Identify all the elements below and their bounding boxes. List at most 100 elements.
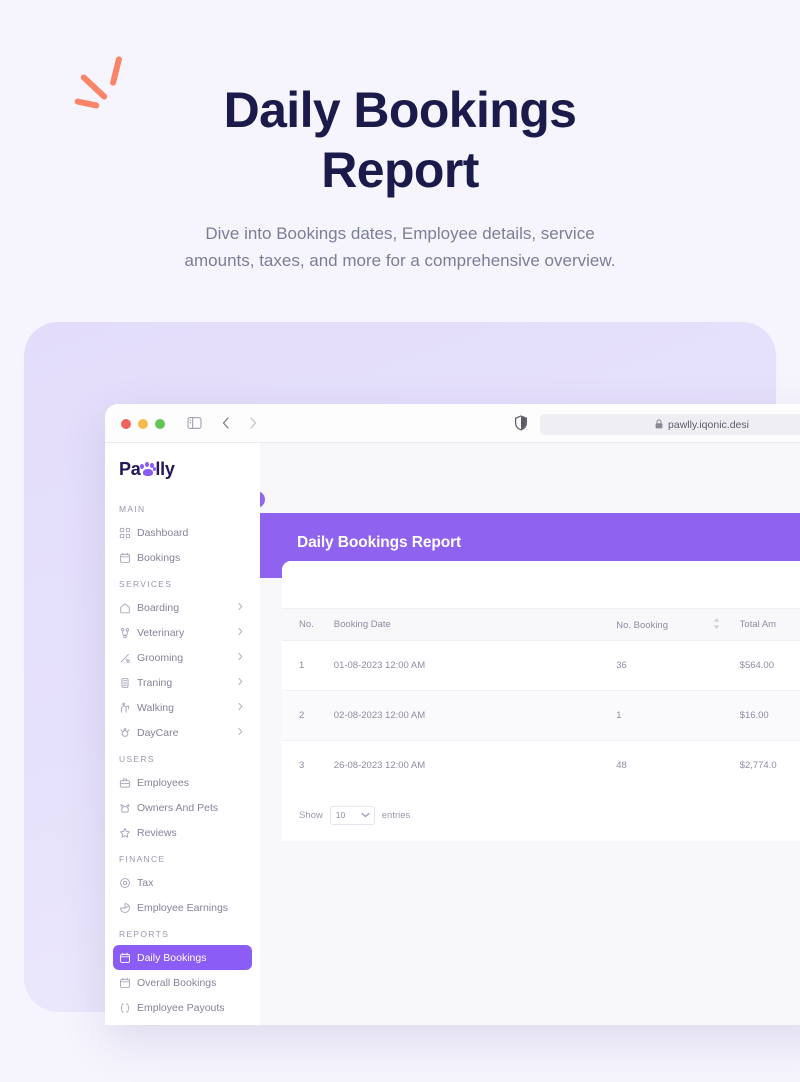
sidebar-item-dashboard[interactable]: Dashboard bbox=[113, 520, 252, 545]
entries-label: entries bbox=[381, 809, 411, 821]
column-header-no-booking-label: No. Booking bbox=[616, 619, 669, 631]
browser-window: pawlly.iqonic.desi Pa lly MAIN Dashboard Bo… bbox=[105, 404, 800, 1025]
sidebar-item-employees[interactable]: Employees bbox=[113, 770, 252, 795]
page-subtitle-line-1: Dive into Bookings dates, Employee detai… bbox=[205, 224, 595, 243]
whistle-icon bbox=[119, 677, 137, 689]
sidebar-item-label: Walking bbox=[137, 701, 174, 714]
page-title-line-2: Report bbox=[321, 142, 479, 198]
table-head: No. Booking Date No. Booking Total Am bbox=[282, 608, 800, 641]
sidebar-item-label: Tax bbox=[137, 876, 154, 889]
column-header-total-amount[interactable]: Total Am bbox=[729, 608, 800, 641]
grid-icon bbox=[119, 527, 137, 539]
cell-no: 2 bbox=[282, 690, 324, 741]
report-card: No. Booking Date No. Booking Total Am 1 … bbox=[282, 561, 800, 841]
sidebar-item-label: Employees bbox=[137, 776, 189, 789]
show-label: Show bbox=[299, 809, 323, 821]
sort-updown-icon[interactable] bbox=[713, 617, 720, 632]
sidebar-section-label-main: MAIN bbox=[119, 504, 146, 514]
sidebar-item-overall-bookings[interactable]: Overall Bookings bbox=[113, 970, 252, 995]
app-main: Daily Bookings Report No. Booking Date N… bbox=[260, 443, 800, 1025]
sidebar-item-owners-and-pets[interactable]: Owners And Pets bbox=[113, 795, 252, 820]
dog-walk-icon bbox=[119, 702, 137, 714]
chevron-right-icon bbox=[237, 602, 244, 614]
browser-back-icon[interactable] bbox=[220, 416, 233, 435]
app-logo[interactable]: Pa lly bbox=[105, 443, 260, 495]
sidebar-item-label: Boarding bbox=[137, 601, 180, 614]
logo-prefix: Pa bbox=[119, 458, 141, 479]
cell-total-amount: $16.00 bbox=[729, 690, 800, 741]
shield-icon[interactable] bbox=[514, 415, 528, 436]
sidebar-item-walking[interactable]: Walking bbox=[113, 695, 252, 720]
close-window-button[interactable] bbox=[121, 419, 131, 429]
cell-no: 3 bbox=[282, 740, 324, 791]
address-bar[interactable]: pawlly.iqonic.desi bbox=[540, 414, 800, 435]
sidebar-section-label-other: OTHER bbox=[105, 1020, 260, 1025]
logo-suffix: lly bbox=[155, 458, 175, 479]
sidebar-item-employee-payouts[interactable]: Employee Payouts bbox=[113, 995, 252, 1020]
sidebar-collapse-button[interactable] bbox=[260, 491, 265, 508]
calendar-icon bbox=[119, 977, 137, 989]
briefcase-icon bbox=[119, 777, 137, 789]
sidebar-item-tax[interactable]: Tax bbox=[113, 870, 252, 895]
table-row[interactable]: 2 02-08-2023 12:00 AM 1 $16.00 bbox=[282, 690, 800, 741]
sidebar-nav: MAIN Dashboard Bookings SERVICES Boarding Vet… bbox=[105, 495, 260, 1025]
sidebar-item-label: Veterinary bbox=[137, 626, 185, 639]
cell-booking-date: 02-08-2023 12:00 AM bbox=[323, 690, 607, 741]
cell-booking-date: 01-08-2023 12:00 AM bbox=[323, 640, 607, 691]
chevron-right-icon bbox=[237, 627, 244, 639]
sidebar-section-label-users: USERS bbox=[119, 754, 155, 764]
minimize-window-button[interactable] bbox=[138, 419, 148, 429]
sidebar-item-employee-earnings[interactable]: Employee Earnings bbox=[113, 895, 252, 920]
maximize-window-button[interactable] bbox=[155, 419, 165, 429]
sidebar-item-label: Employee Payouts bbox=[137, 1001, 225, 1014]
sidebar-item-label: Overall Bookings bbox=[137, 976, 217, 989]
sidebar-item-reviews[interactable]: Reviews bbox=[113, 820, 252, 845]
sidebar-section-label-reports: REPORTS bbox=[119, 929, 170, 939]
sidebar-item-grooming[interactable]: Grooming bbox=[113, 645, 252, 670]
entries-per-page-select[interactable]: 10 bbox=[329, 805, 375, 825]
sidebar-item-daycare[interactable]: DayCare bbox=[113, 720, 252, 745]
column-header-booking-date[interactable]: Booking Date bbox=[323, 608, 607, 641]
sidebar-item-bookings[interactable]: Bookings bbox=[113, 545, 252, 570]
sidebar-item-label: Reviews bbox=[137, 826, 177, 839]
paw-icon bbox=[140, 461, 157, 477]
cell-no-booking: 36 bbox=[606, 640, 730, 691]
column-header-no[interactable]: No. bbox=[282, 608, 324, 641]
browser-chrome: pawlly.iqonic.desi bbox=[105, 404, 800, 443]
card-toolbar-area bbox=[282, 561, 800, 608]
column-header-no-booking[interactable]: No. Booking bbox=[606, 608, 730, 641]
sidebar-item-veterinary[interactable]: Veterinary bbox=[113, 620, 252, 645]
table-row[interactable]: 3 26-08-2023 12:00 AM 48 $2,774.0 bbox=[282, 740, 800, 791]
target-icon bbox=[119, 877, 137, 889]
page-root: Daily Bookings Report Dive into Bookings… bbox=[0, 0, 800, 1082]
url-text: pawlly.iqonic.desi bbox=[668, 418, 749, 431]
logo-text: Pa lly bbox=[119, 459, 175, 480]
table-row[interactable]: 1 01-08-2023 12:00 AM 36 $564.00 bbox=[282, 640, 800, 691]
browser-forward-icon[interactable] bbox=[246, 416, 259, 435]
sidebar-toggle-icon[interactable] bbox=[187, 416, 202, 435]
cell-total-amount: $2,774.0 bbox=[729, 740, 800, 791]
sidebar-item-daily-bookings[interactable]: Daily Bookings bbox=[113, 945, 252, 970]
chevron-right-icon bbox=[237, 727, 244, 739]
sidebar-item-label: Daily Bookings bbox=[137, 951, 207, 964]
page-subtitle: Dive into Bookings dates, Employee detai… bbox=[0, 220, 800, 274]
page-title: Daily Bookings Report bbox=[0, 80, 800, 200]
sidebar-item-label: Owners And Pets bbox=[137, 801, 219, 814]
lock-icon bbox=[655, 416, 663, 434]
sidebar-item-label: Traning bbox=[137, 676, 173, 689]
daycare-icon bbox=[119, 727, 137, 739]
cell-booking-date: 26-08-2023 12:00 AM bbox=[323, 740, 607, 791]
sidebar-item-boarding[interactable]: Boarding bbox=[113, 595, 252, 620]
brackets-icon bbox=[119, 1002, 137, 1014]
sidebar-item-traning[interactable]: Traning bbox=[113, 670, 252, 695]
table-footer: Show 10 entries bbox=[282, 789, 800, 841]
home-icon bbox=[119, 602, 137, 614]
page-subtitle-line-2: amounts, taxes, and more for a comprehen… bbox=[184, 251, 616, 270]
sidebar-item-label: Grooming bbox=[137, 651, 184, 664]
chevron-down-icon bbox=[361, 810, 370, 820]
table-header-row: No. Booking Date No. Booking Total Am bbox=[282, 608, 800, 641]
bookings-table: No. Booking Date No. Booking Total Am 1 … bbox=[282, 608, 800, 791]
chevron-right-icon bbox=[237, 677, 244, 689]
cell-no: 1 bbox=[282, 640, 324, 691]
pet-icon bbox=[119, 802, 137, 814]
